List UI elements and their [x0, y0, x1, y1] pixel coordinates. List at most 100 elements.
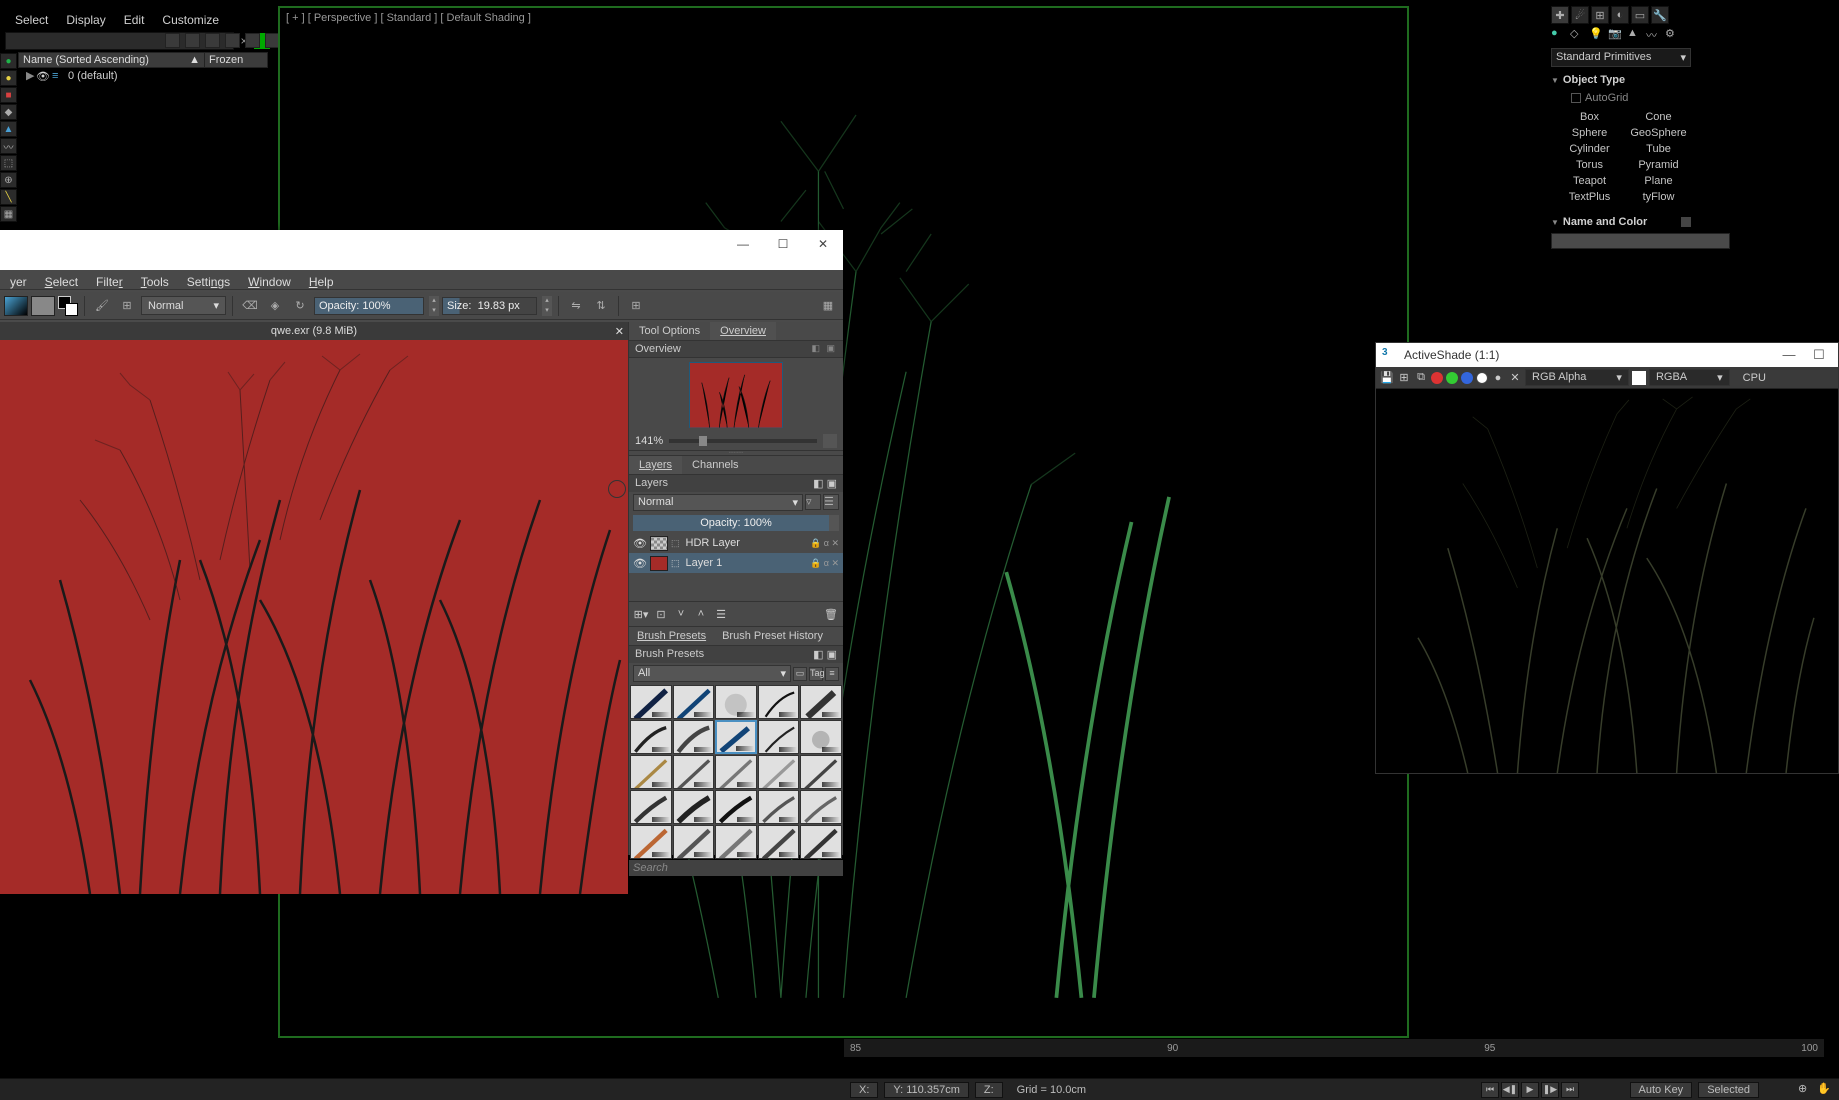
close-tab-icon[interactable]: ✕	[615, 325, 624, 338]
reload-icon[interactable]: ↻	[289, 295, 311, 317]
primitive-box[interactable]: Box	[1557, 110, 1622, 124]
tool-icon[interactable]: ▲	[0, 121, 17, 137]
toolbar-btn[interactable]	[245, 33, 260, 48]
tool-icon[interactable]: ●	[0, 70, 17, 86]
layer-locks[interactable]: 🔒 α ✕	[810, 558, 839, 569]
properties-icon[interactable]: ☰	[713, 606, 729, 622]
preset-filter-dropdown[interactable]: All▾	[633, 665, 791, 682]
brush-preset[interactable]	[800, 790, 842, 824]
spin-up[interactable]: ▴	[429, 296, 439, 306]
menu-settings[interactable]: Settings	[179, 273, 238, 286]
size-slider[interactable]: Size: 19.83 px	[442, 297, 537, 315]
move-up-icon[interactable]: ˄	[693, 606, 709, 622]
minimize-button[interactable]: —	[723, 230, 763, 258]
coord-x[interactable]: X:	[850, 1082, 878, 1098]
brush-preset[interactable]	[630, 825, 672, 859]
blend-mode-dropdown[interactable]: Normal▾	[141, 296, 226, 315]
eraser-icon[interactable]: ⌫	[239, 295, 261, 317]
outliner-header[interactable]: Name (Sorted Ascending)▲ Frozen	[18, 52, 268, 68]
motion-tab-icon[interactable]: ◐	[1611, 6, 1629, 24]
shapes-icon[interactable]: ◇	[1570, 27, 1585, 42]
menu-select[interactable]: Select	[15, 13, 48, 27]
move-down-icon[interactable]: ˅	[673, 606, 689, 622]
eye-icon[interactable]: 👁	[36, 70, 50, 82]
brush-preset[interactable]	[673, 720, 715, 754]
object-name-input[interactable]	[1551, 233, 1730, 249]
brush-preset[interactable]	[800, 720, 842, 754]
overview-tab[interactable]: Overview	[710, 322, 776, 340]
mono-icon[interactable]: ●	[1491, 371, 1505, 385]
preset-search[interactable]: Search	[629, 860, 843, 876]
gradient-picker[interactable]	[4, 296, 28, 316]
visibility-icon[interactable]: 👁	[633, 557, 647, 570]
brush-preset[interactable]	[758, 755, 800, 789]
primitive-teapot[interactable]: Teapot	[1557, 174, 1622, 188]
primitive-pyramid[interactable]: Pyramid	[1626, 158, 1691, 172]
alpha-channel-icon[interactable]	[1476, 372, 1488, 384]
systems-icon[interactable]: ⚙	[1665, 27, 1680, 42]
overview-thumbnail[interactable]	[689, 362, 783, 428]
nav-icon[interactable]: ✋	[1817, 1082, 1833, 1098]
brush-preset[interactable]	[715, 720, 757, 754]
wrap-icon[interactable]: ⊞	[625, 295, 647, 317]
layers-tab[interactable]: Layers	[629, 456, 682, 474]
goto-end-icon[interactable]: ⏭	[1561, 1082, 1579, 1098]
tool-icon[interactable]: ●	[0, 53, 17, 69]
layer-opacity-slider[interactable]: Opacity: 100%	[633, 515, 839, 531]
layer-thumb[interactable]	[650, 556, 668, 571]
layer-row[interactable]: 👁 ⬚ Layer 1 🔒 α ✕	[629, 553, 843, 573]
delete-layer-icon[interactable]: 🗑	[823, 606, 839, 622]
mirror-v-icon[interactable]: ⇅	[590, 295, 612, 317]
max-menubar[interactable]: Select Display Edit Customize	[15, 13, 219, 27]
layer-thumb[interactable]	[650, 536, 668, 551]
brush-preset[interactable]	[800, 755, 842, 789]
goto-start-icon[interactable]: ⏮	[1481, 1082, 1499, 1098]
close-button[interactable]: ✕	[803, 230, 843, 258]
prev-frame-icon[interactable]: ◀❚	[1501, 1082, 1519, 1098]
menu-display[interactable]: Display	[66, 13, 105, 27]
primitive-sphere[interactable]: Sphere	[1557, 126, 1622, 140]
duplicate-layer-icon[interactable]: ⊡	[653, 606, 669, 622]
red-channel-icon[interactable]	[1431, 372, 1443, 384]
viewport-label[interactable]: [ + ] [ Perspective ] [ Standard ] [ Def…	[286, 12, 531, 24]
create-tab-icon[interactable]: ✚	[1551, 6, 1569, 24]
layer-row[interactable]: 👁 ⬚ HDR Layer 🔒 α ✕	[629, 533, 843, 553]
filter-menu-icon[interactable]: ☰	[823, 494, 839, 510]
toolbar-btn[interactable]	[225, 33, 240, 48]
brush-preset[interactable]	[630, 755, 672, 789]
helpers-icon[interactable]: ▲	[1627, 27, 1642, 42]
tool-icon[interactable]: 〰	[0, 138, 17, 154]
clear-icon[interactable]: ✕	[1508, 371, 1522, 385]
object-type-rollout[interactable]: ▼Object Type	[1551, 72, 1691, 88]
cameras-icon[interactable]: 📷	[1608, 27, 1623, 42]
brush-preset[interactable]	[715, 790, 757, 824]
menu-customize[interactable]: Customize	[162, 13, 219, 27]
toolbar-btn[interactable]	[165, 33, 180, 48]
brush-history-tab[interactable]: Brush Preset History	[714, 627, 831, 645]
timeline[interactable]: 85 90 95 100	[844, 1039, 1824, 1057]
tool-icon[interactable]: ╲	[0, 189, 17, 205]
tool-icon[interactable]: ■	[0, 87, 17, 103]
autogrid-checkbox[interactable]	[1571, 93, 1581, 103]
play-icon[interactable]: ▶	[1521, 1082, 1539, 1098]
expand-icon[interactable]: ▶	[26, 69, 36, 82]
category-dropdown[interactable]: Standard Primitives▾	[1551, 48, 1691, 67]
menu-help[interactable]: Help	[301, 273, 342, 286]
toolbar-btn[interactable]	[185, 33, 200, 48]
alpha-lock-icon[interactable]: ◈	[264, 295, 286, 317]
menu-layer[interactable]: yer	[2, 273, 35, 286]
primitive-geosphere[interactable]: GeoSphere	[1626, 126, 1691, 140]
brush-preset[interactable]	[673, 755, 715, 789]
brush-preset[interactable]	[673, 790, 715, 824]
mirror-h-icon[interactable]: ⇋	[565, 295, 587, 317]
brush-preset[interactable]	[758, 825, 800, 859]
modify-tab-icon[interactable]: ☄	[1571, 6, 1589, 24]
display-tab-icon[interactable]: ▭	[1631, 6, 1649, 24]
copy-icon[interactable]: ⊞	[1397, 371, 1411, 385]
primitive-plane[interactable]: Plane	[1626, 174, 1691, 188]
fg-bg-color[interactable]	[58, 296, 78, 316]
coord-y[interactable]: Y: 110.357cm	[884, 1082, 968, 1098]
document-tab[interactable]: qwe.exr (9.8 MiB) ✕	[0, 322, 628, 340]
opacity-slider[interactable]: Opacity: 100%	[314, 297, 424, 315]
tool-icon[interactable]: ⊕	[0, 172, 17, 188]
